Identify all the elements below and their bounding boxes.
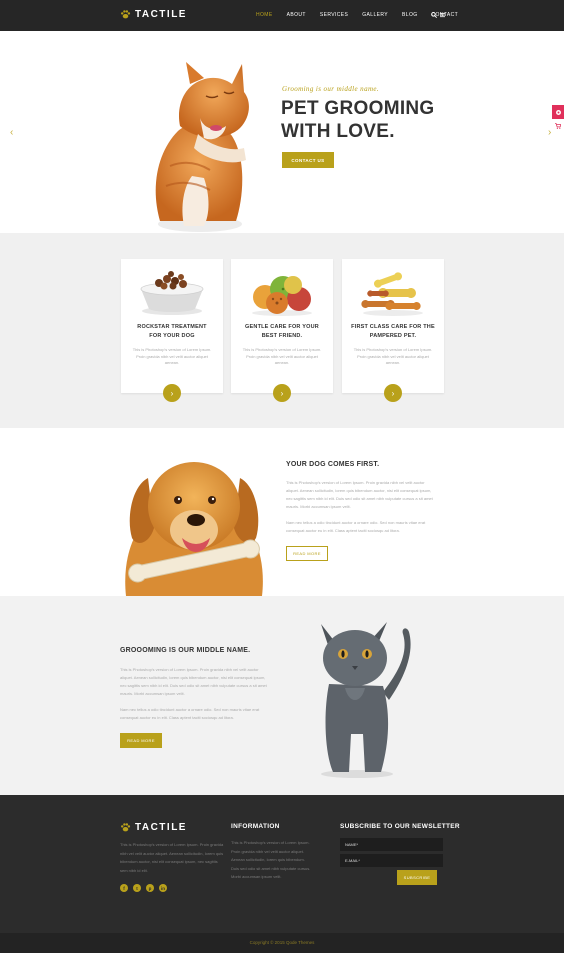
information-link[interactable]: Proin gravida nibh vel velit auctor aliq…: [231, 848, 331, 857]
prev-slide-arrow[interactable]: ‹: [10, 127, 13, 138]
dog-treats-image: [252, 276, 312, 316]
service-title-line1: GENTLE CARE FOR YOUR: [245, 324, 319, 330]
cat-section-title: GROOOMING IS OUR MIDDLE NAME.: [120, 647, 251, 654]
footer-logo[interactable]: TACTILE: [120, 822, 187, 833]
nav-about[interactable]: ABOUT: [287, 12, 306, 18]
dog-section: YOUR DOG COMES FIRST. This is Photoshop'…: [0, 428, 564, 596]
pinterest-icon[interactable]: p: [146, 884, 154, 892]
email-field[interactable]: E-MAIL*: [340, 854, 443, 867]
services-section: ROCKSTAR TREATMENT FOR YOUR DOG This is …: [0, 233, 564, 428]
cat-read-more-button[interactable]: READ MORE: [120, 733, 162, 748]
grey-cat-image: [321, 622, 411, 778]
chevron-right-icon: ›: [391, 388, 395, 398]
logo[interactable]: TACTILE: [120, 9, 187, 20]
site-header: TACTILE HOME ABOUT SERVICES GALLERY BLOG…: [0, 0, 564, 31]
side-toolbar: [552, 105, 564, 133]
dog-bowl-image: [140, 271, 204, 315]
paw-icon: [120, 10, 131, 19]
service-card: ROCKSTAR TREATMENT FOR YOUR DOG This is …: [121, 259, 223, 402]
newsletter-title: SUBSCRIBE TO OUR NEWSLETTER: [340, 823, 460, 830]
hero-tagline: Grooming is our middle name.: [282, 85, 380, 93]
service-title-line2: PAMPERED PET.: [369, 333, 417, 339]
service-title-line2: FOR YOUR DOG: [149, 333, 195, 339]
information-link[interactable]: Morbi accumsan ipsum velit.: [231, 873, 331, 882]
chevron-right-icon: ›: [170, 388, 174, 398]
dog-biscuits-image: [361, 272, 423, 316]
service-more-button[interactable]: ›: [273, 384, 291, 402]
cart-icon: [555, 123, 561, 129]
footer-brand-name: TACTILE: [135, 822, 187, 833]
paw-icon: [120, 823, 131, 832]
chevron-right-icon: ›: [280, 388, 284, 398]
hero-title-line2: WITH LOVE.: [281, 121, 395, 142]
information-title: INFORMATION: [231, 823, 280, 830]
grooming-cat-image: [155, 62, 249, 232]
settings-tool-button[interactable]: [552, 105, 564, 119]
service-title: GENTLE CARE FOR YOUR BEST FRIEND.: [231, 323, 333, 341]
menu-icon[interactable]: [440, 12, 445, 18]
service-text: This is Photoshop's version of Lorem Ips…: [353, 347, 433, 365]
cat-section-text2: Nam nec tellus a odio tincidunt auctor a…: [120, 707, 260, 720]
dog-section-title: YOUR DOG COMES FIRST.: [286, 461, 380, 468]
contact-us-button[interactable]: CONTACT US: [282, 152, 334, 168]
linkedin-icon[interactable]: in: [159, 884, 167, 892]
footer-bottom-bar: Copyright © 2015 Qode Themes: [0, 933, 564, 953]
dog-section-text2: Nam nec tellus a odio tincidunt auctor a…: [286, 520, 426, 533]
service-more-button[interactable]: ›: [163, 384, 181, 402]
twitter-icon[interactable]: t: [133, 884, 141, 892]
service-title-line1: ROCKSTAR TREATMENT: [137, 324, 207, 330]
nav-gallery[interactable]: GALLERY: [362, 12, 388, 18]
brand-name: TACTILE: [135, 9, 187, 20]
information-link[interactable]: Aenean sollicitudin, lorem quis bibendum…: [231, 856, 331, 865]
service-card: GENTLE CARE FOR YOUR BEST FRIEND. This i…: [231, 259, 333, 402]
service-title-line2: BEST FRIEND.: [261, 333, 303, 339]
golden-retriever-image: [125, 462, 263, 596]
information-link[interactable]: Duis sed odio sit amet nibh vulputate cu…: [231, 865, 331, 874]
hero-title: PET GROOMING WITH LOVE.: [281, 97, 435, 143]
nav-home[interactable]: HOME: [256, 12, 273, 18]
subscribe-button[interactable]: SUBSCRIBE: [397, 870, 437, 885]
site-footer: TACTILE This is Photoshop's version of L…: [0, 795, 564, 933]
facebook-icon[interactable]: f: [120, 884, 128, 892]
copyright-text: Copyright © 2015 Qode Themes: [249, 940, 315, 945]
dog-read-more-button[interactable]: READ MORE: [286, 546, 328, 561]
hero-title-line1: PET GROOMING: [281, 98, 435, 119]
information-list: This is Photoshop's version of Lorem Ips…: [231, 839, 331, 882]
service-card: FIRST CLASS CARE FOR THE PAMPERED PET. T…: [342, 259, 444, 402]
nav-blog[interactable]: BLOG: [402, 12, 418, 18]
cat-section-text1: This is Photoshop's version of Lorem Ips…: [120, 667, 267, 696]
search-icon[interactable]: [431, 12, 437, 18]
service-text: This is Photoshop's version of Lorem Ips…: [242, 347, 322, 365]
service-title: FIRST CLASS CARE FOR THE PAMPERED PET.: [342, 323, 444, 341]
hero-slider: ‹ › Grooming is our middle name. PET GRO…: [0, 31, 564, 233]
cart-tool-button[interactable]: [552, 119, 564, 133]
footer-about-text: This is Photoshop's version of Lorem Ips…: [120, 842, 224, 873]
service-title-line1: FIRST CLASS CARE FOR THE: [351, 324, 435, 330]
dog-section-text1: This is Photoshop's version of Lorem Ips…: [286, 480, 433, 509]
service-text: This is Photoshop's version of Lorem Ips…: [132, 347, 212, 365]
nav-services[interactable]: SERVICES: [320, 12, 348, 18]
name-field[interactable]: NAME*: [340, 838, 443, 851]
service-title: ROCKSTAR TREATMENT FOR YOUR DOG: [121, 323, 223, 341]
information-link[interactable]: This is Photoshop's version of Lorem Ips…: [231, 839, 331, 848]
next-slide-arrow[interactable]: ›: [548, 127, 551, 138]
cat-section: GROOOMING IS OUR MIDDLE NAME. This is Ph…: [0, 596, 564, 795]
service-more-button[interactable]: ›: [384, 384, 402, 402]
gear-icon: [555, 109, 561, 115]
